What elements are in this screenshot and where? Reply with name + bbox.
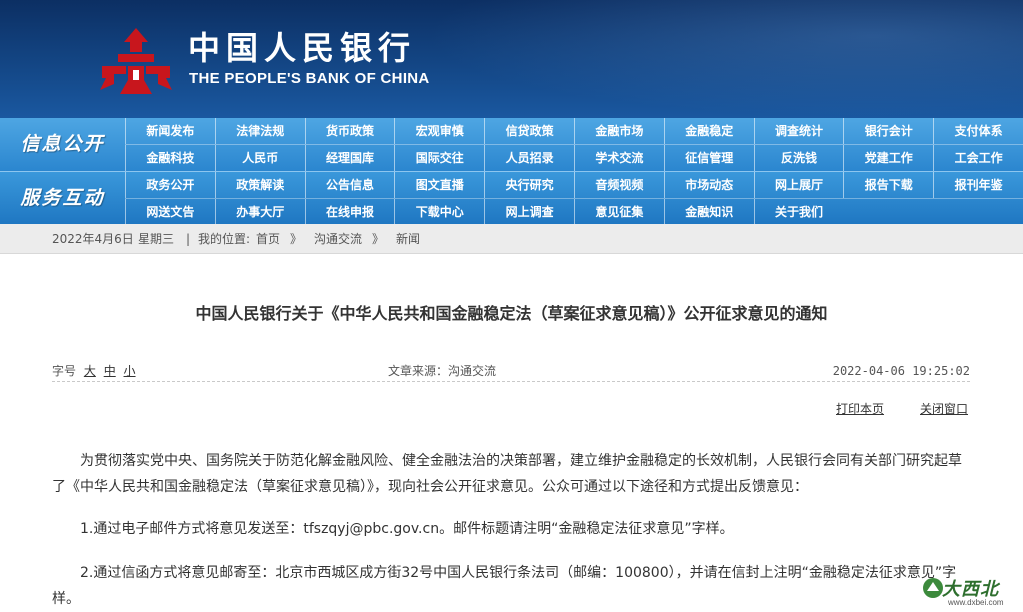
info-nav-item[interactable]: 征信管理 — [663, 145, 754, 171]
info-nav-item[interactable]: 支付体系 — [933, 118, 1023, 144]
info-nav-item[interactable]: 人民币 — [214, 145, 305, 171]
current-weekday: 星期三 — [138, 232, 175, 246]
breadcrumb-separator: | — [186, 232, 191, 246]
font-size-small-link[interactable]: 小 — [124, 364, 136, 378]
watermark-logo-icon — [923, 578, 943, 598]
font-size-medium-link[interactable]: 中 — [104, 364, 116, 378]
close-window-link[interactable]: 关闭窗口 — [920, 400, 968, 418]
info-nav-item[interactable]: 学术交流 — [574, 145, 664, 171]
service-nav-item[interactable]: 意见征集 — [574, 199, 664, 225]
print-page-link[interactable]: 打印本页 — [836, 400, 884, 418]
info-nav-item[interactable]: 新闻发布 — [125, 118, 215, 144]
article-paragraph: 1.通过电子邮件方式将意见发送至：tfszqyj@pbc.gov.cn。邮件标题… — [80, 521, 734, 537]
service-nav-item[interactable]: 政务公开 — [125, 172, 215, 198]
article-title: 中国人民银行关于《中华人民共和国金融稳定法（草案征求意见稿）》公开征求意见的通知 — [195, 304, 828, 323]
service-nav-item[interactable]: 报刊年鉴 — [933, 172, 1023, 198]
breadcrumb-bar: 2022年4月6日 星期三 | 我的位置: 首页 》 沟通交流 》 新闻 — [0, 224, 1023, 254]
info-nav-item[interactable]: 金融稳定 — [663, 118, 754, 144]
info-nav-item[interactable]: 货币政策 — [304, 118, 395, 144]
service-nav-item[interactable]: 网上调查 — [484, 199, 574, 225]
info-nav-item[interactable]: 宏观审慎 — [394, 118, 484, 144]
watermark-url: www.dxbei.com — [948, 598, 1004, 607]
site-header: 中国人民银行 THE PEOPLE'S BANK OF CHINA — [0, 0, 1023, 118]
nav-grid-service: 政务公开 政策解读 公告信息 图文直播 央行研究 音频视频 市场动态 网上展厅 报告下载 报刊年鉴… — [125, 172, 1023, 225]
info-nav-item[interactable]: 信贷政策 — [484, 118, 574, 144]
service-nav-item[interactable]: 音频视频 — [574, 172, 664, 198]
pboc-logo-icon[interactable] — [96, 26, 176, 96]
article-paragraph: 2.通过信函方式将意见邮寄至：北京市西城区成方街32号中国人民银行条法司（邮编：… — [52, 565, 957, 607]
font-size-large-link[interactable]: 大 — [84, 364, 96, 378]
nav-grid-info: 新闻发布 法律法规 货币政策 宏观审慎 信贷政策 金融市场 金融稳定 调查统计 银行会计 支付体系… — [125, 118, 1023, 171]
service-nav-item[interactable]: 金融知识 — [663, 199, 754, 225]
site-watermark: 大西北 www.dxbei.com — [920, 575, 1020, 609]
breadcrumb-arrow: 》 — [372, 232, 385, 246]
info-nav-item[interactable]: 法律法规 — [214, 118, 305, 144]
nav-section-service: 服务互动 政务公开 政策解读 公告信息 图文直播 央行研究 音频视频 市场动态 网上展厅 报告下… — [0, 171, 1023, 225]
service-nav-item[interactable]: 报告下载 — [843, 172, 933, 198]
info-nav-item[interactable]: 经理国库 — [304, 145, 395, 171]
breadcrumb-home-link[interactable]: 首页 — [256, 224, 280, 254]
service-nav-item[interactable]: 关于我们 — [753, 199, 844, 225]
service-nav-item[interactable]: 公告信息 — [304, 172, 395, 198]
article-datetime: 2022-04-06 19:25:02 — [832, 364, 970, 378]
info-nav-item[interactable]: 工会工作 — [933, 145, 1023, 171]
info-nav-item[interactable]: 银行会计 — [843, 118, 933, 144]
info-nav-item[interactable]: 金融科技 — [125, 145, 215, 171]
article-meta: 字号 大 中 小 文章来源：沟通交流 2022-04-06 19:25:02 — [52, 360, 970, 382]
service-nav-item[interactable]: 办事大厅 — [214, 199, 305, 225]
service-nav-item[interactable]: 央行研究 — [484, 172, 574, 198]
service-nav-item[interactable]: 图文直播 — [394, 172, 484, 198]
article-source: 文章来源：沟通交流 — [388, 364, 497, 378]
font-size-controls: 字号 大 中 小 — [52, 360, 136, 382]
breadcrumb-arrow: 》 — [290, 232, 303, 246]
breadcrumb-level1-link[interactable]: 沟通交流 — [314, 224, 362, 254]
main-navigation: 信息公开 新闻发布 法律法规 货币政策 宏观审慎 信贷政策 金融市场 金融稳定 调查统计 银行会… — [0, 118, 1023, 225]
nav-section-info-public: 信息公开 新闻发布 法律法规 货币政策 宏观审慎 信贷政策 金融市场 金融稳定 调查统计 银行会… — [0, 118, 1023, 171]
logo-chinese-name: 中国人民银行 — [188, 29, 417, 67]
info-nav-item[interactable]: 调查统计 — [753, 118, 844, 144]
current-date: 2022年4月6日 — [52, 232, 134, 246]
service-nav-item[interactable]: 网上展厅 — [753, 172, 844, 198]
service-nav-item[interactable]: 下载中心 — [394, 199, 484, 225]
info-nav-item[interactable]: 党建工作 — [843, 145, 933, 171]
logo-english-name: THE PEOPLE'S BANK OF CHINA — [189, 70, 430, 87]
service-nav-item[interactable]: 政策解读 — [214, 172, 305, 198]
breadcrumb-level2-link[interactable]: 新闻 — [396, 224, 420, 254]
nav-section-label-service: 服务互动 — [20, 187, 105, 209]
article-content: 中国人民银行关于《中华人民共和国金融稳定法（草案征求意见稿）》公开征求意见的通知… — [0, 262, 1023, 610]
info-nav-item[interactable]: 人员招录 — [484, 145, 574, 171]
service-nav-item[interactable]: 在线申报 — [304, 199, 395, 225]
service-nav-item[interactable]: 市场动态 — [663, 172, 754, 198]
nav-section-label-info: 信息公开 — [20, 133, 105, 155]
font-size-label: 字号 — [52, 364, 77, 378]
info-nav-item[interactable]: 反洗钱 — [753, 145, 844, 171]
article-paragraph: 为贯彻落实党中央、国务院关于防范化解金融风险、健全金融法治的决策部署，建立维护金… — [52, 453, 962, 495]
info-nav-item[interactable]: 国际交往 — [394, 145, 484, 171]
header-glow — [423, 0, 1023, 118]
service-nav-item[interactable]: 网送文告 — [125, 199, 215, 225]
breadcrumb-prefix: 我的位置: — [198, 232, 251, 246]
info-nav-item[interactable]: 金融市场 — [574, 118, 664, 144]
